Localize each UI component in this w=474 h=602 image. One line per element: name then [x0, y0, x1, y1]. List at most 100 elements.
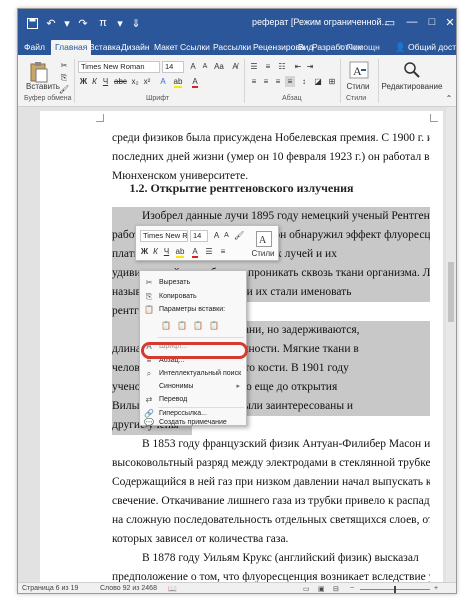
share-button[interactable]: 👤 Общий доступ [395, 42, 457, 53]
share-label: Общий доступ [407, 42, 457, 52]
mini-font-size-box[interactable]: 14 [190, 230, 208, 242]
justify-icon[interactable]: ≡ [285, 76, 295, 87]
customize-icon[interactable]: ⇓ [128, 15, 144, 31]
undo-icon[interactable]: ↶ [43, 15, 59, 31]
mini-styles-button[interactable]: Стили [246, 248, 280, 259]
strikethrough-icon[interactable]: abc [114, 76, 127, 87]
align-center-icon[interactable]: ≡ [261, 76, 271, 87]
mini-bold-button[interactable]: Ж [140, 246, 149, 257]
paragraph-5[interactable]: В 1878 году Уильям Крукс (английский физ… [112, 549, 430, 582]
menu-separator [158, 337, 244, 338]
grow-font-icon[interactable]: A [188, 61, 198, 72]
bold-button[interactable]: Ж [79, 76, 88, 87]
menu-item-new-comment[interactable]: 💬 Создать примечание [140, 417, 246, 429]
clear-format-icon[interactable]: A̸ [230, 61, 240, 72]
dropdown-small-icon[interactable]: ▾ [59, 15, 75, 31]
paste-text-only-icon[interactable]: 📋 [208, 320, 220, 332]
pi-icon[interactable]: π [95, 15, 111, 31]
menu-item-synonyms[interactable]: Синонимы ▸ [140, 381, 246, 393]
zoom-out-icon[interactable]: − [350, 585, 354, 592]
tab-mailings[interactable]: Рассылки [213, 40, 251, 55]
vertical-scrollbar[interactable] [446, 107, 456, 582]
menu-item-translate[interactable]: ⇄ Перевод [140, 394, 246, 406]
borders-icon[interactable]: ⊞ [327, 76, 337, 87]
mini-font-color-icon[interactable]: A [190, 246, 200, 258]
mini-numbering-icon[interactable]: ≡ [218, 246, 228, 257]
italic-button[interactable]: К [90, 76, 99, 87]
shading-icon[interactable]: ◪ [313, 76, 323, 87]
mini-underline-button[interactable]: Ч [162, 246, 171, 257]
tab-insert[interactable]: Вставка [89, 40, 121, 55]
font-color-icon[interactable]: A [190, 76, 200, 88]
page-counter[interactable]: Страница 6 из 19 [22, 585, 78, 592]
paste-picture-icon[interactable]: 📋 [192, 320, 204, 332]
tell-me-search[interactable]: ♀ Помощн [338, 42, 380, 52]
bullets-icon[interactable]: ☰ [249, 61, 259, 72]
print-layout-icon[interactable]: ▣ [318, 585, 325, 593]
section-heading[interactable]: 1.2. Открытие рентгеновского излучения [40, 181, 443, 196]
font-size-box[interactable]: 14 [162, 61, 184, 73]
line-spacing-icon[interactable]: ↕ [299, 76, 309, 87]
mini-italic-button[interactable]: К [151, 246, 160, 257]
save-icon[interactable] [24, 15, 40, 31]
multilevel-list-icon[interactable]: ☷ [277, 61, 287, 72]
maximize-icon[interactable]: □ [422, 13, 442, 31]
web-layout-icon[interactable]: ⊟ [333, 585, 339, 593]
paste-icon[interactable] [28, 61, 50, 83]
zoom-slider-thumb[interactable] [394, 586, 396, 593]
redo-icon[interactable]: ↷ [75, 15, 91, 31]
word-counter[interactable]: Слово 92 из 2468 [100, 585, 157, 592]
proofing-icon[interactable]: 📖 [168, 585, 177, 593]
find-icon[interactable] [402, 60, 422, 80]
subscript-icon[interactable]: x₂ [130, 76, 140, 87]
format-painter-icon[interactable]: 🖌 [58, 84, 70, 95]
underline-button[interactable]: Ч [101, 76, 110, 87]
copy-icon[interactable]: ⎘ [58, 72, 70, 83]
minimize-icon[interactable]: — [402, 13, 422, 31]
menu-item-copy[interactable]: ⎘ Копировать [140, 291, 246, 303]
paste-button[interactable]: Вставить [26, 81, 60, 92]
paste-keep-source-icon[interactable]: 📋 [160, 320, 172, 332]
tab-layout[interactable]: Макет [154, 40, 178, 55]
mini-shrink-font-icon[interactable]: A [222, 230, 231, 241]
tab-file[interactable]: Файл [24, 40, 45, 55]
decrease-indent-icon[interactable]: ⇤ [293, 61, 303, 72]
tab-references[interactable]: Ссылки [180, 40, 210, 55]
styles-button[interactable]: Стили [343, 81, 373, 92]
paragraph-4[interactable]: В 1853 году французский физик Антуан-Фил… [112, 435, 430, 549]
collapse-ribbon-icon[interactable]: ⌃ [444, 93, 454, 104]
editing-button[interactable]: Редактирование [380, 81, 444, 92]
zoom-in-icon[interactable]: + [434, 585, 438, 592]
superscript-icon[interactable]: x² [142, 76, 152, 87]
align-right-icon[interactable]: ≡ [273, 76, 283, 87]
shrink-font-icon[interactable]: A [200, 61, 210, 72]
mini-bullets-icon[interactable]: ☰ [204, 246, 214, 257]
menu-item-cut[interactable]: ✂ Вырезать [140, 277, 246, 289]
ribbon-display-icon[interactable]: ▭ [380, 13, 400, 31]
read-mode-icon[interactable]: ▭ [303, 585, 310, 593]
menu-item-smart-lookup[interactable]: ⌕ Интеллектуальный поиск [140, 368, 246, 380]
close-icon[interactable]: ✕ [440, 13, 456, 31]
tab-review[interactable]: Рецензирова [253, 40, 304, 55]
paste-merge-format-icon[interactable]: 📋 [176, 320, 188, 332]
mini-highlight-icon[interactable]: ab [174, 246, 186, 258]
font-name-box[interactable]: Times New Roman [78, 61, 160, 73]
numbering-icon[interactable]: ≡ [263, 61, 273, 72]
paragraph-1[interactable]: среди физиков была присуждена Нобелевска… [112, 129, 430, 186]
cut-icon[interactable]: ✂ [58, 60, 70, 71]
mini-format-painter-icon[interactable]: 🖌 [234, 230, 244, 241]
styles-icon[interactable]: A [348, 60, 370, 80]
mini-font-name-box[interactable]: Times New Rc [140, 230, 188, 242]
text-effects-icon[interactable]: A [158, 76, 168, 87]
align-left-icon[interactable]: ≡ [249, 76, 259, 87]
increase-indent-icon[interactable]: ⇥ [305, 61, 315, 72]
highlight-color-icon[interactable]: ab [172, 76, 184, 88]
tab-design[interactable]: Дизайн [121, 40, 150, 55]
tab-home[interactable]: Главная [51, 40, 92, 55]
pi-dropdown-icon[interactable]: ▾ [112, 15, 128, 31]
font-group-label: Шрифт [146, 95, 170, 102]
scrollbar-thumb[interactable] [448, 262, 454, 322]
change-case-icon[interactable]: Aa [214, 61, 224, 72]
mini-styles-icon[interactable]: A [254, 229, 274, 249]
mini-grow-font-icon[interactable]: A [212, 230, 221, 241]
